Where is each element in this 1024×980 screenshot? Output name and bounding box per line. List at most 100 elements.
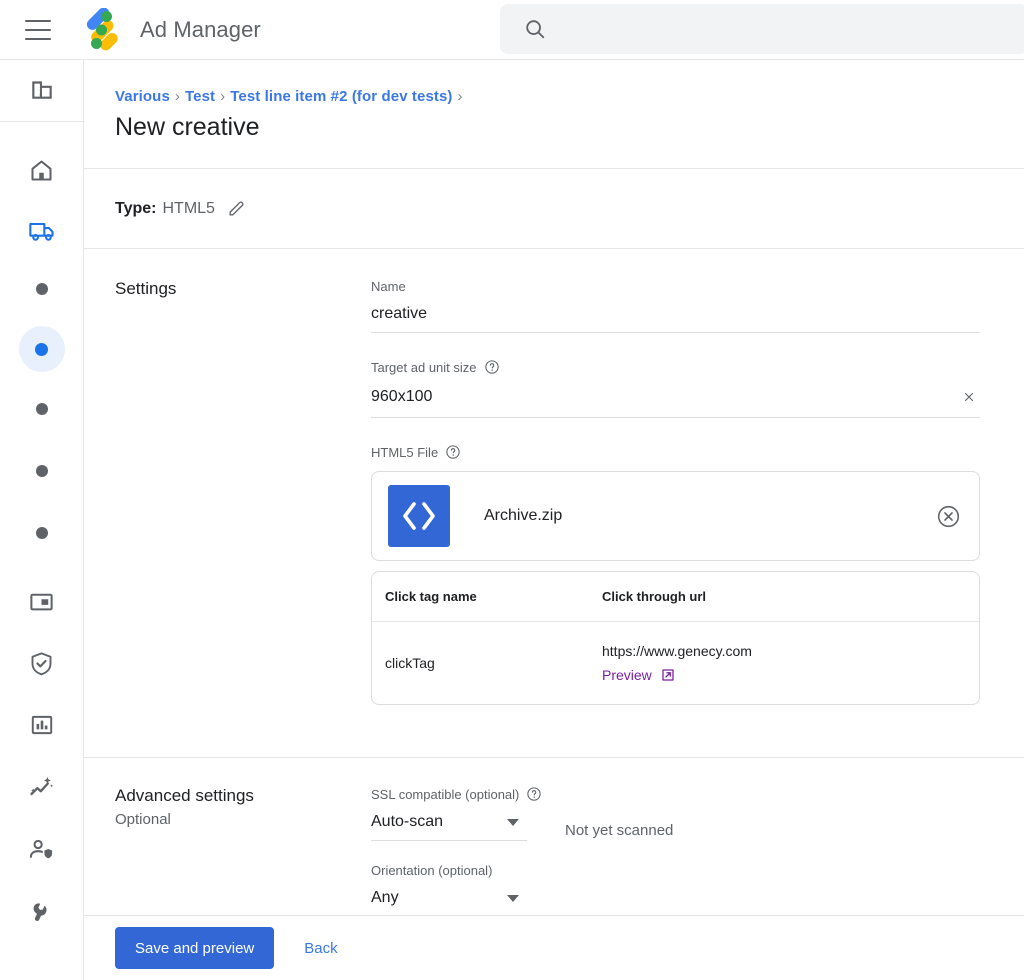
sidebar-item-delivery[interactable] [19, 208, 65, 254]
ad-unit-size-label-text: Target ad unit size [371, 359, 477, 375]
name-label-text: Name [371, 279, 406, 294]
breadcrumb-item-0[interactable]: Various [115, 88, 170, 105]
bar-chart-icon [31, 715, 52, 735]
ad-unit-size-input[interactable] [371, 388, 958, 406]
sidebar-item-privacy[interactable] [19, 826, 65, 872]
sidebar-subitem-2-active[interactable] [18, 326, 65, 372]
orientation-selected-value: Any [371, 889, 399, 906]
search-icon [526, 20, 545, 39]
ad-unit-size-label: Target ad unit size [371, 359, 980, 375]
sidebar-item-network[interactable] [19, 66, 65, 112]
orientation-field: Orientation (optional) Any [371, 863, 980, 917]
chevron-down-icon[interactable] [507, 818, 519, 826]
ad-unit-size-field: Target ad unit size [371, 359, 980, 418]
help-circle-icon[interactable] [445, 444, 461, 460]
sidebar-item-inventory[interactable] [19, 578, 65, 624]
help-circle-icon[interactable] [526, 786, 542, 802]
sidebar-item-protections[interactable] [19, 640, 65, 686]
wrench-icon [33, 902, 47, 921]
person-shield-icon [29, 839, 53, 858]
html5-file-field: HTML5 File Archive.zip Click tag name Cl… [371, 444, 980, 705]
dot-icon [35, 283, 48, 295]
settings-section: Settings Name Target ad unit size [84, 249, 1024, 731]
sidebar-item-admin[interactable] [19, 888, 65, 934]
creative-type-row: Type: HTML5 [84, 169, 1024, 248]
html5-file-label: HTML5 File [371, 444, 980, 460]
brand-title: Ad Manager [140, 16, 261, 42]
sidebar-subitem-4[interactable] [19, 448, 65, 494]
file-name: Archive.zip [484, 507, 563, 524]
search-input[interactable] [560, 19, 940, 39]
external-link-icon [662, 669, 674, 681]
settings-fields: Name Target ad unit size [371, 279, 1024, 731]
ssl-label: SSL compatible (optional) [371, 786, 980, 802]
column-header-click-tag-name: Click tag name [385, 589, 477, 604]
sidebar-subitem-3[interactable] [19, 386, 65, 432]
delivery-truck-icon [28, 222, 54, 241]
breadcrumb-item-1[interactable]: Test [185, 88, 215, 105]
click-through-url-value: https://www.genecy.com [602, 643, 752, 659]
main-content: Various › Test › Test line item #2 (for dev … [84, 60, 1024, 917]
ad-manager-logo [80, 7, 126, 52]
cell-click-through-url: https://www.genecy.com Preview [602, 643, 979, 683]
sidebar-item-insights[interactable] [19, 764, 65, 810]
click-tag-table: Click tag name Click through url clickTa… [371, 571, 980, 705]
preview-link[interactable]: Preview [602, 667, 979, 683]
advanced-settings-subheading: Optional [115, 811, 171, 828]
help-circle-icon[interactable] [484, 359, 500, 375]
shield-check-icon [31, 651, 52, 675]
preview-link-label: Preview [602, 667, 652, 683]
search-bar[interactable] [500, 4, 1024, 54]
advanced-settings-heading: Advanced settings [115, 786, 254, 805]
remove-circle-icon[interactable] [936, 504, 961, 529]
ssl-label-text: SSL compatible (optional) [371, 786, 520, 802]
breadcrumb: Various › Test › Test line item #2 (for dev … [84, 60, 1024, 105]
dot-icon [35, 527, 48, 539]
hamburger-icon[interactable] [25, 19, 51, 40]
scan-status: Not yet scanned [565, 821, 674, 839]
uploaded-file-card: Archive.zip [371, 471, 980, 561]
ssl-compatible-field: SSL compatible (optional) Auto-scan Not … [371, 786, 980, 841]
breadcrumb-separator: › [457, 88, 463, 105]
breadcrumb-item-2[interactable]: Test line item #2 (for dev tests) [230, 88, 452, 105]
ssl-value-row: Auto-scan Not yet scanned [371, 813, 980, 841]
dot-icon [35, 465, 48, 477]
name-input[interactable] [371, 305, 980, 323]
building-icon [31, 81, 52, 99]
ssl-selected-value: Auto-scan [371, 813, 444, 830]
column-header-click-through-url: Click through url [602, 589, 706, 604]
left-navigation-rail [0, 60, 84, 980]
trending-up-icon [29, 776, 53, 796]
rail-divider [0, 121, 84, 122]
sidebar-subitem-1[interactable] [19, 266, 65, 312]
back-button[interactable]: Back [298, 939, 343, 958]
table-row: clickTag https://www.genecy.com Preview [372, 622, 979, 704]
orientation-label: Orientation (optional) [371, 863, 980, 878]
ssl-select[interactable]: Auto-scan [371, 813, 527, 841]
breadcrumb-separator: › [220, 88, 226, 105]
orientation-label-text: Orientation (optional) [371, 863, 493, 878]
save-and-preview-button[interactable]: Save and preview [115, 927, 275, 969]
close-icon[interactable] [958, 386, 980, 408]
orientation-select[interactable]: Any [371, 889, 527, 917]
chevron-down-icon[interactable] [507, 894, 519, 902]
inventory-icon [30, 593, 53, 610]
type-label: Type: [115, 199, 157, 217]
settings-heading: Settings [115, 279, 177, 298]
breadcrumb-separator: › [174, 88, 181, 105]
name-input-row[interactable] [371, 305, 980, 333]
pencil-icon[interactable] [227, 199, 246, 218]
type-value: HTML5 [162, 199, 215, 217]
action-bar: Save and preview Back [84, 915, 1024, 980]
dot-icon [35, 342, 48, 356]
sidebar-item-reporting[interactable] [19, 702, 65, 748]
dot-icon [35, 403, 48, 415]
ad-unit-size-input-row[interactable] [371, 386, 980, 418]
code-brackets-icon [388, 485, 450, 547]
home-icon [31, 159, 52, 181]
name-field: Name [371, 279, 980, 333]
click-tag-table-header: Click tag name Click through url [372, 572, 979, 622]
sidebar-item-home[interactable] [19, 147, 65, 193]
settings-heading-block: Settings [115, 279, 371, 731]
sidebar-subitem-5[interactable] [19, 510, 65, 556]
